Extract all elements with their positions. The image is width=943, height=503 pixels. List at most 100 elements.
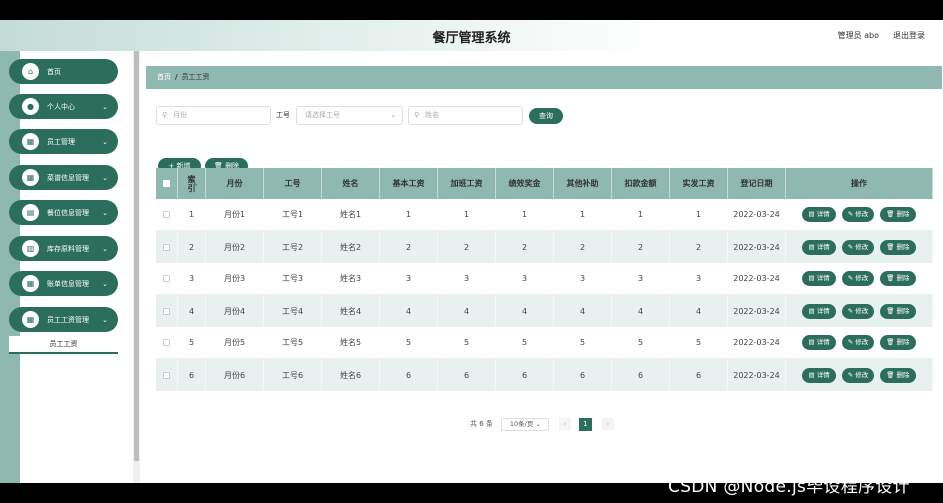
row-checkbox-cell[interactable] <box>156 327 178 358</box>
prev-page-icon[interactable]: ‹ <box>558 418 571 430</box>
table-cell: 2022-03-24 <box>728 295 786 327</box>
top-header: 餐厅管理系统 管理员 abo 退出登录 <box>0 20 943 51</box>
sidebar-item[interactable]: ▦ 员工管理 ⌄ <box>9 129 118 154</box>
select-all-checkbox-cell[interactable] <box>156 168 178 199</box>
grid-icon: ▦ <box>22 311 39 328</box>
column-header[interactable]: 登记日期 <box>728 168 786 199</box>
column-header[interactable]: 加班工资 <box>438 168 496 199</box>
row-checkbox[interactable] <box>163 211 170 218</box>
sidebar-item[interactable]: ● 个人中心 ⌄ <box>9 94 118 119</box>
sidebar-item-label: 首页 <box>47 67 61 76</box>
column-header[interactable]: 工号 <box>264 168 322 199</box>
breadcrumb: 首页 / 员工工资 <box>146 66 942 89</box>
delete-row-button[interactable]: 🗑 删除 <box>880 271 916 286</box>
edit-button[interactable]: ✎ 修改 <box>841 303 875 319</box>
grid-icon: ▦ <box>22 275 39 292</box>
search-bar: ⚲ 月份 工号 请选择工号 ⌄ ⚲ 姓名 查询 <box>156 106 576 126</box>
column-header[interactable]: 绩效奖金 <box>496 168 554 199</box>
detail-button[interactable]: ▤ 详情 <box>802 207 836 222</box>
row-checkbox[interactable] <box>163 371 170 379</box>
document-icon: ▤ <box>808 370 817 379</box>
delete-row-button[interactable]: 🗑 删除 <box>880 335 916 350</box>
sidebar-scrollbar[interactable] <box>133 51 140 483</box>
row-checkbox[interactable] <box>163 339 170 346</box>
month-input[interactable]: ⚲ 月份 <box>156 106 271 125</box>
column-header[interactable]: 其他补助 <box>554 168 612 199</box>
action-label: 详情 <box>816 370 830 379</box>
action-label: 删除 <box>896 306 910 315</box>
row-checkbox-cell[interactable] <box>156 231 178 263</box>
sidebar-item-label: 账单信息管理 <box>47 279 89 288</box>
watermark: CSDN @Node.js毕设程序设计 <box>668 477 910 497</box>
table-cell: 2 <box>380 231 438 263</box>
submenu-item-salary[interactable]: 员工工资 <box>9 336 118 354</box>
sidebar-item[interactable]: ⌂ 首页 <box>9 59 118 84</box>
table-cell: 1 <box>380 199 438 230</box>
detail-button[interactable]: ▤ 详情 <box>802 239 836 255</box>
detail-button[interactable]: ▤ 详情 <box>802 335 836 350</box>
table-cell: 姓名2 <box>322 231 380 263</box>
delete-row-button[interactable]: 🗑 删除 <box>880 367 916 383</box>
name-placeholder: 姓名 <box>425 111 439 119</box>
row-checkbox-cell[interactable] <box>156 199 178 230</box>
next-page-icon[interactable]: › <box>601 418 614 430</box>
table-cell: 工号6 <box>264 359 322 391</box>
table-cell: 姓名4 <box>322 295 380 327</box>
column-header[interactable]: 姓名 <box>322 168 380 199</box>
sidebar-item[interactable]: ▥ 库存原料管理 ⌄ <box>9 236 118 261</box>
table-cell: 3 <box>670 263 728 294</box>
job-select[interactable]: 请选择工号 ⌄ <box>296 106 403 125</box>
detail-button[interactable]: ▤ 详情 <box>802 271 836 286</box>
sidebar-item[interactable]: ▤ 餐位信息管理 ⌄ <box>9 200 118 225</box>
table-cell: 3 <box>178 263 206 294</box>
chevron-down-icon: ⌄ <box>102 173 108 182</box>
trash-icon: 🗑 <box>886 210 897 218</box>
delete-row-button[interactable]: 🗑 删除 <box>880 303 916 319</box>
sidebar-item[interactable]: ▦ 账单信息管理 ⌄ <box>9 271 118 296</box>
row-checkbox-cell[interactable] <box>156 359 178 391</box>
page-size-select[interactable]: 10条/页 ⌄ <box>500 417 549 431</box>
table-cell: 2 <box>496 231 554 263</box>
scrollbar-thumb[interactable] <box>134 51 139 461</box>
edit-button[interactable]: ✎ 修改 <box>841 367 875 383</box>
edit-button[interactable]: ✎ 修改 <box>841 239 875 255</box>
column-header[interactable]: 扣款金额 <box>612 168 670 199</box>
detail-button[interactable]: ▤ 详情 <box>802 303 836 319</box>
column-header[interactable]: 月份 <box>206 168 264 199</box>
action-label: 详情 <box>816 338 830 346</box>
detail-button[interactable]: ▤ 详情 <box>802 367 836 383</box>
table-cell: 2022-03-24 <box>728 263 786 294</box>
breadcrumb-home[interactable]: 首页 <box>157 73 171 81</box>
table-row: 6 月份6 工号6 姓名6 6 6 6 6 6 6 2022-03-24 ▤ 详情 ✎ 修改 🗑 删除 <box>156 359 933 391</box>
column-header[interactable]: 实发工资 <box>670 168 728 199</box>
delete-row-button[interactable]: 🗑 删除 <box>880 207 916 222</box>
sidebar-item[interactable]: ▦ 员工工资管理 ⌄ <box>9 307 118 332</box>
row-checkbox-cell[interactable] <box>156 295 178 327</box>
row-checkbox-cell[interactable] <box>156 263 178 294</box>
search-button[interactable]: 查询 <box>529 108 563 124</box>
table-cell: 1 <box>496 199 554 230</box>
trash-icon: 🗑 <box>886 274 897 282</box>
action-label: 详情 <box>816 274 830 282</box>
column-header[interactable]: 基本工资 <box>380 168 438 199</box>
chevron-down-icon: ⌄ <box>102 244 108 253</box>
column-header[interactable]: 操作 <box>786 168 933 199</box>
edit-button[interactable]: ✎ 修改 <box>841 271 875 286</box>
table-row: 3 月份3 工号3 姓名3 3 3 3 3 3 3 2022-03-24 ▤ 详情 ✎ 修改 🗑 删除 <box>156 263 933 295</box>
row-checkbox[interactable] <box>163 275 170 282</box>
delete-row-button[interactable]: 🗑 删除 <box>880 239 916 255</box>
table-cell: 2 <box>178 231 206 263</box>
table-cell: 1 <box>554 199 612 230</box>
chevron-down-icon: ⌄ <box>102 208 108 217</box>
edit-button[interactable]: ✎ 修改 <box>841 207 875 222</box>
row-checkbox[interactable] <box>163 243 170 251</box>
table-cell: 姓名5 <box>322 327 380 358</box>
name-input[interactable]: ⚲ 姓名 <box>408 106 523 125</box>
sidebar-item[interactable]: ▦ 菜谱信息管理 ⌄ <box>9 165 118 190</box>
edit-button[interactable]: ✎ 修改 <box>841 335 875 350</box>
page-number-current[interactable]: 1 <box>578 417 592 431</box>
logout-link[interactable]: 退出登录 <box>893 30 925 41</box>
select-all-checkbox[interactable] <box>163 180 170 187</box>
row-checkbox[interactable] <box>163 307 170 315</box>
home-icon: ⌂ <box>22 63 39 80</box>
